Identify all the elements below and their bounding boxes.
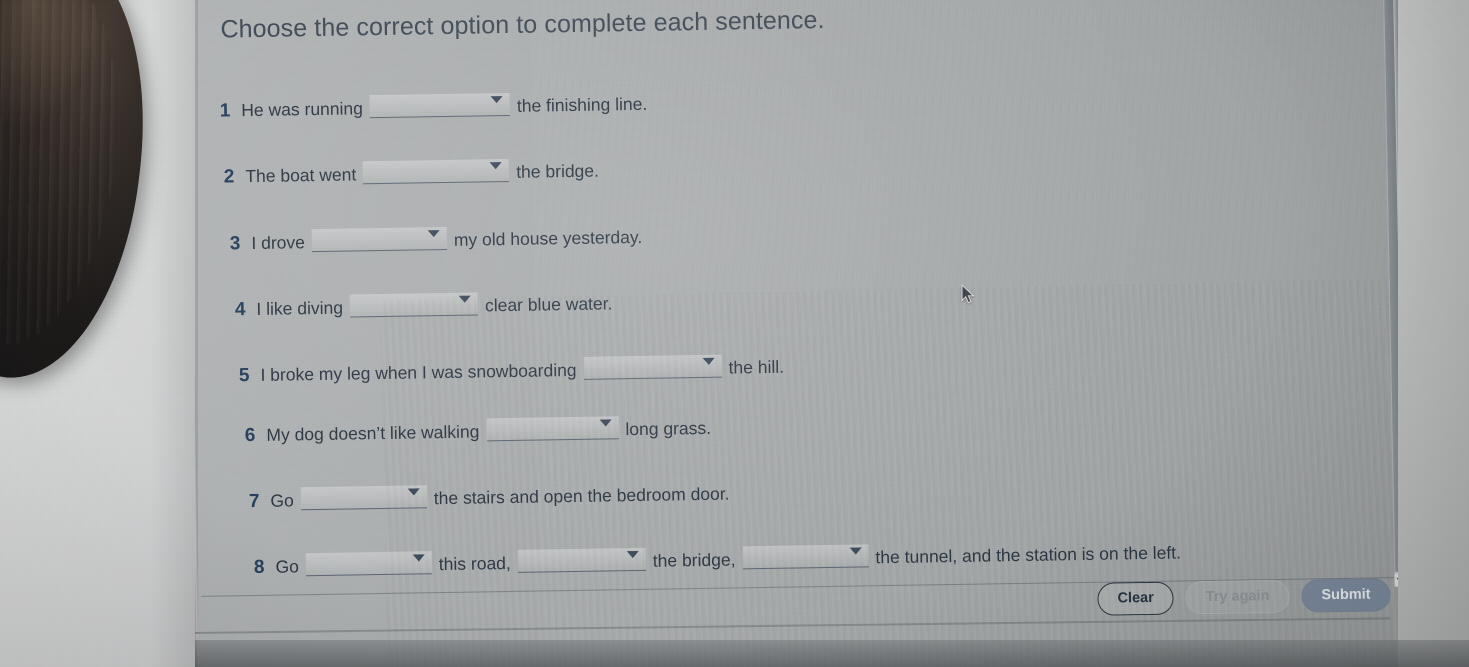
question-number-8: 8 bbox=[253, 556, 265, 579]
chevron-down-icon bbox=[702, 357, 715, 365]
question-text-4b: clear blue water. bbox=[484, 293, 613, 316]
instruction-text: Choose the correct option to complete ea… bbox=[220, 6, 825, 44]
question-number-1: 1 bbox=[219, 100, 231, 122]
question-row-2: 2 The boat went the bridge. bbox=[224, 154, 600, 189]
question-text-2b: the bridge. bbox=[516, 160, 600, 182]
screenshot-photo-of-screen: Choose the correct option to complete ea… bbox=[0, 0, 1469, 667]
wall-right-of-monitor bbox=[1398, 0, 1469, 667]
dropdown-q8-3[interactable] bbox=[742, 544, 869, 570]
chevron-down-icon bbox=[626, 550, 639, 559]
question-text-8a: Go bbox=[275, 556, 300, 577]
submit-button[interactable]: Submit bbox=[1301, 578, 1391, 613]
question-text-5a: I broke my leg when I was snowboarding bbox=[260, 359, 577, 385]
dropdown-q5[interactable] bbox=[583, 354, 722, 380]
chevron-down-icon bbox=[427, 230, 440, 238]
dropdown-q8-2[interactable] bbox=[517, 547, 646, 573]
question-text-8b: this road, bbox=[438, 553, 511, 575]
question-number-5: 5 bbox=[238, 365, 250, 387]
question-number-4: 4 bbox=[234, 299, 246, 321]
exercise-content: Choose the correct option to complete ea… bbox=[188, 0, 1398, 667]
dropdown-q1[interactable] bbox=[369, 92, 511, 119]
chevron-down-icon bbox=[412, 554, 425, 562]
question-text-3b: my old house yesterday. bbox=[453, 226, 643, 250]
question-row-8: 8 Go this road, the bridge, the tunnel, … bbox=[254, 535, 1181, 579]
question-number-2: 2 bbox=[223, 166, 235, 188]
question-row-1: 1 He was running the finishing line. bbox=[219, 87, 647, 123]
clear-button[interactable]: Clear bbox=[1097, 581, 1175, 616]
chevron-down-icon bbox=[407, 488, 420, 496]
arrow-cursor-icon bbox=[961, 284, 975, 304]
dropdown-q6[interactable] bbox=[486, 416, 619, 442]
dropdown-q8-1[interactable] bbox=[305, 551, 432, 577]
chevron-down-icon bbox=[458, 295, 471, 303]
question-text-2a: The boat went bbox=[245, 164, 357, 187]
question-row-7: 7 Go the stairs and open the bedroom doo… bbox=[249, 477, 730, 514]
question-row-4: 4 I like diving clear blue water. bbox=[235, 286, 613, 321]
dropdown-q4[interactable] bbox=[349, 292, 479, 318]
question-text-8c: the bridge, bbox=[652, 549, 736, 571]
question-text-7a: Go bbox=[270, 490, 294, 511]
question-number-3: 3 bbox=[229, 233, 241, 255]
wall-left-shadow bbox=[150, 0, 198, 667]
question-text-7b: the stairs and open the bedroom door. bbox=[433, 483, 730, 509]
question-text-3a: I drove bbox=[251, 232, 306, 254]
chevron-down-icon bbox=[490, 96, 503, 104]
question-text-1a: He was running bbox=[241, 98, 364, 121]
question-text-6a: My dog doesn’t like walking bbox=[266, 421, 480, 445]
chevron-down-icon bbox=[599, 419, 612, 427]
question-text-8d: the tunnel, and the station is on the le… bbox=[875, 542, 1182, 568]
question-text-5b: the hill. bbox=[728, 356, 785, 378]
question-number-7: 7 bbox=[248, 490, 260, 513]
question-text-6b: long grass. bbox=[625, 417, 712, 440]
dropdown-q7[interactable] bbox=[300, 485, 427, 511]
action-button-bar: Clear Try again Submit bbox=[1097, 578, 1391, 616]
question-text-1b: the finishing line. bbox=[516, 93, 648, 116]
question-row-3: 3 I drove my old house yesterday. bbox=[230, 220, 643, 255]
monitor-bottom-bezel bbox=[0, 640, 1469, 667]
question-text-4a: I like diving bbox=[256, 297, 344, 319]
question-row-6: 6 My dog doesn’t like walking long grass… bbox=[245, 411, 712, 447]
chevron-down-icon bbox=[849, 547, 862, 555]
question-row-5: 5 I broke my leg when I was snowboarding… bbox=[239, 350, 785, 388]
chevron-down-icon bbox=[490, 162, 503, 170]
question-number-6: 6 bbox=[244, 424, 256, 447]
try-again-button[interactable]: Try again bbox=[1185, 579, 1290, 614]
dropdown-q2[interactable] bbox=[363, 158, 510, 185]
dropdown-q3[interactable] bbox=[311, 226, 448, 253]
